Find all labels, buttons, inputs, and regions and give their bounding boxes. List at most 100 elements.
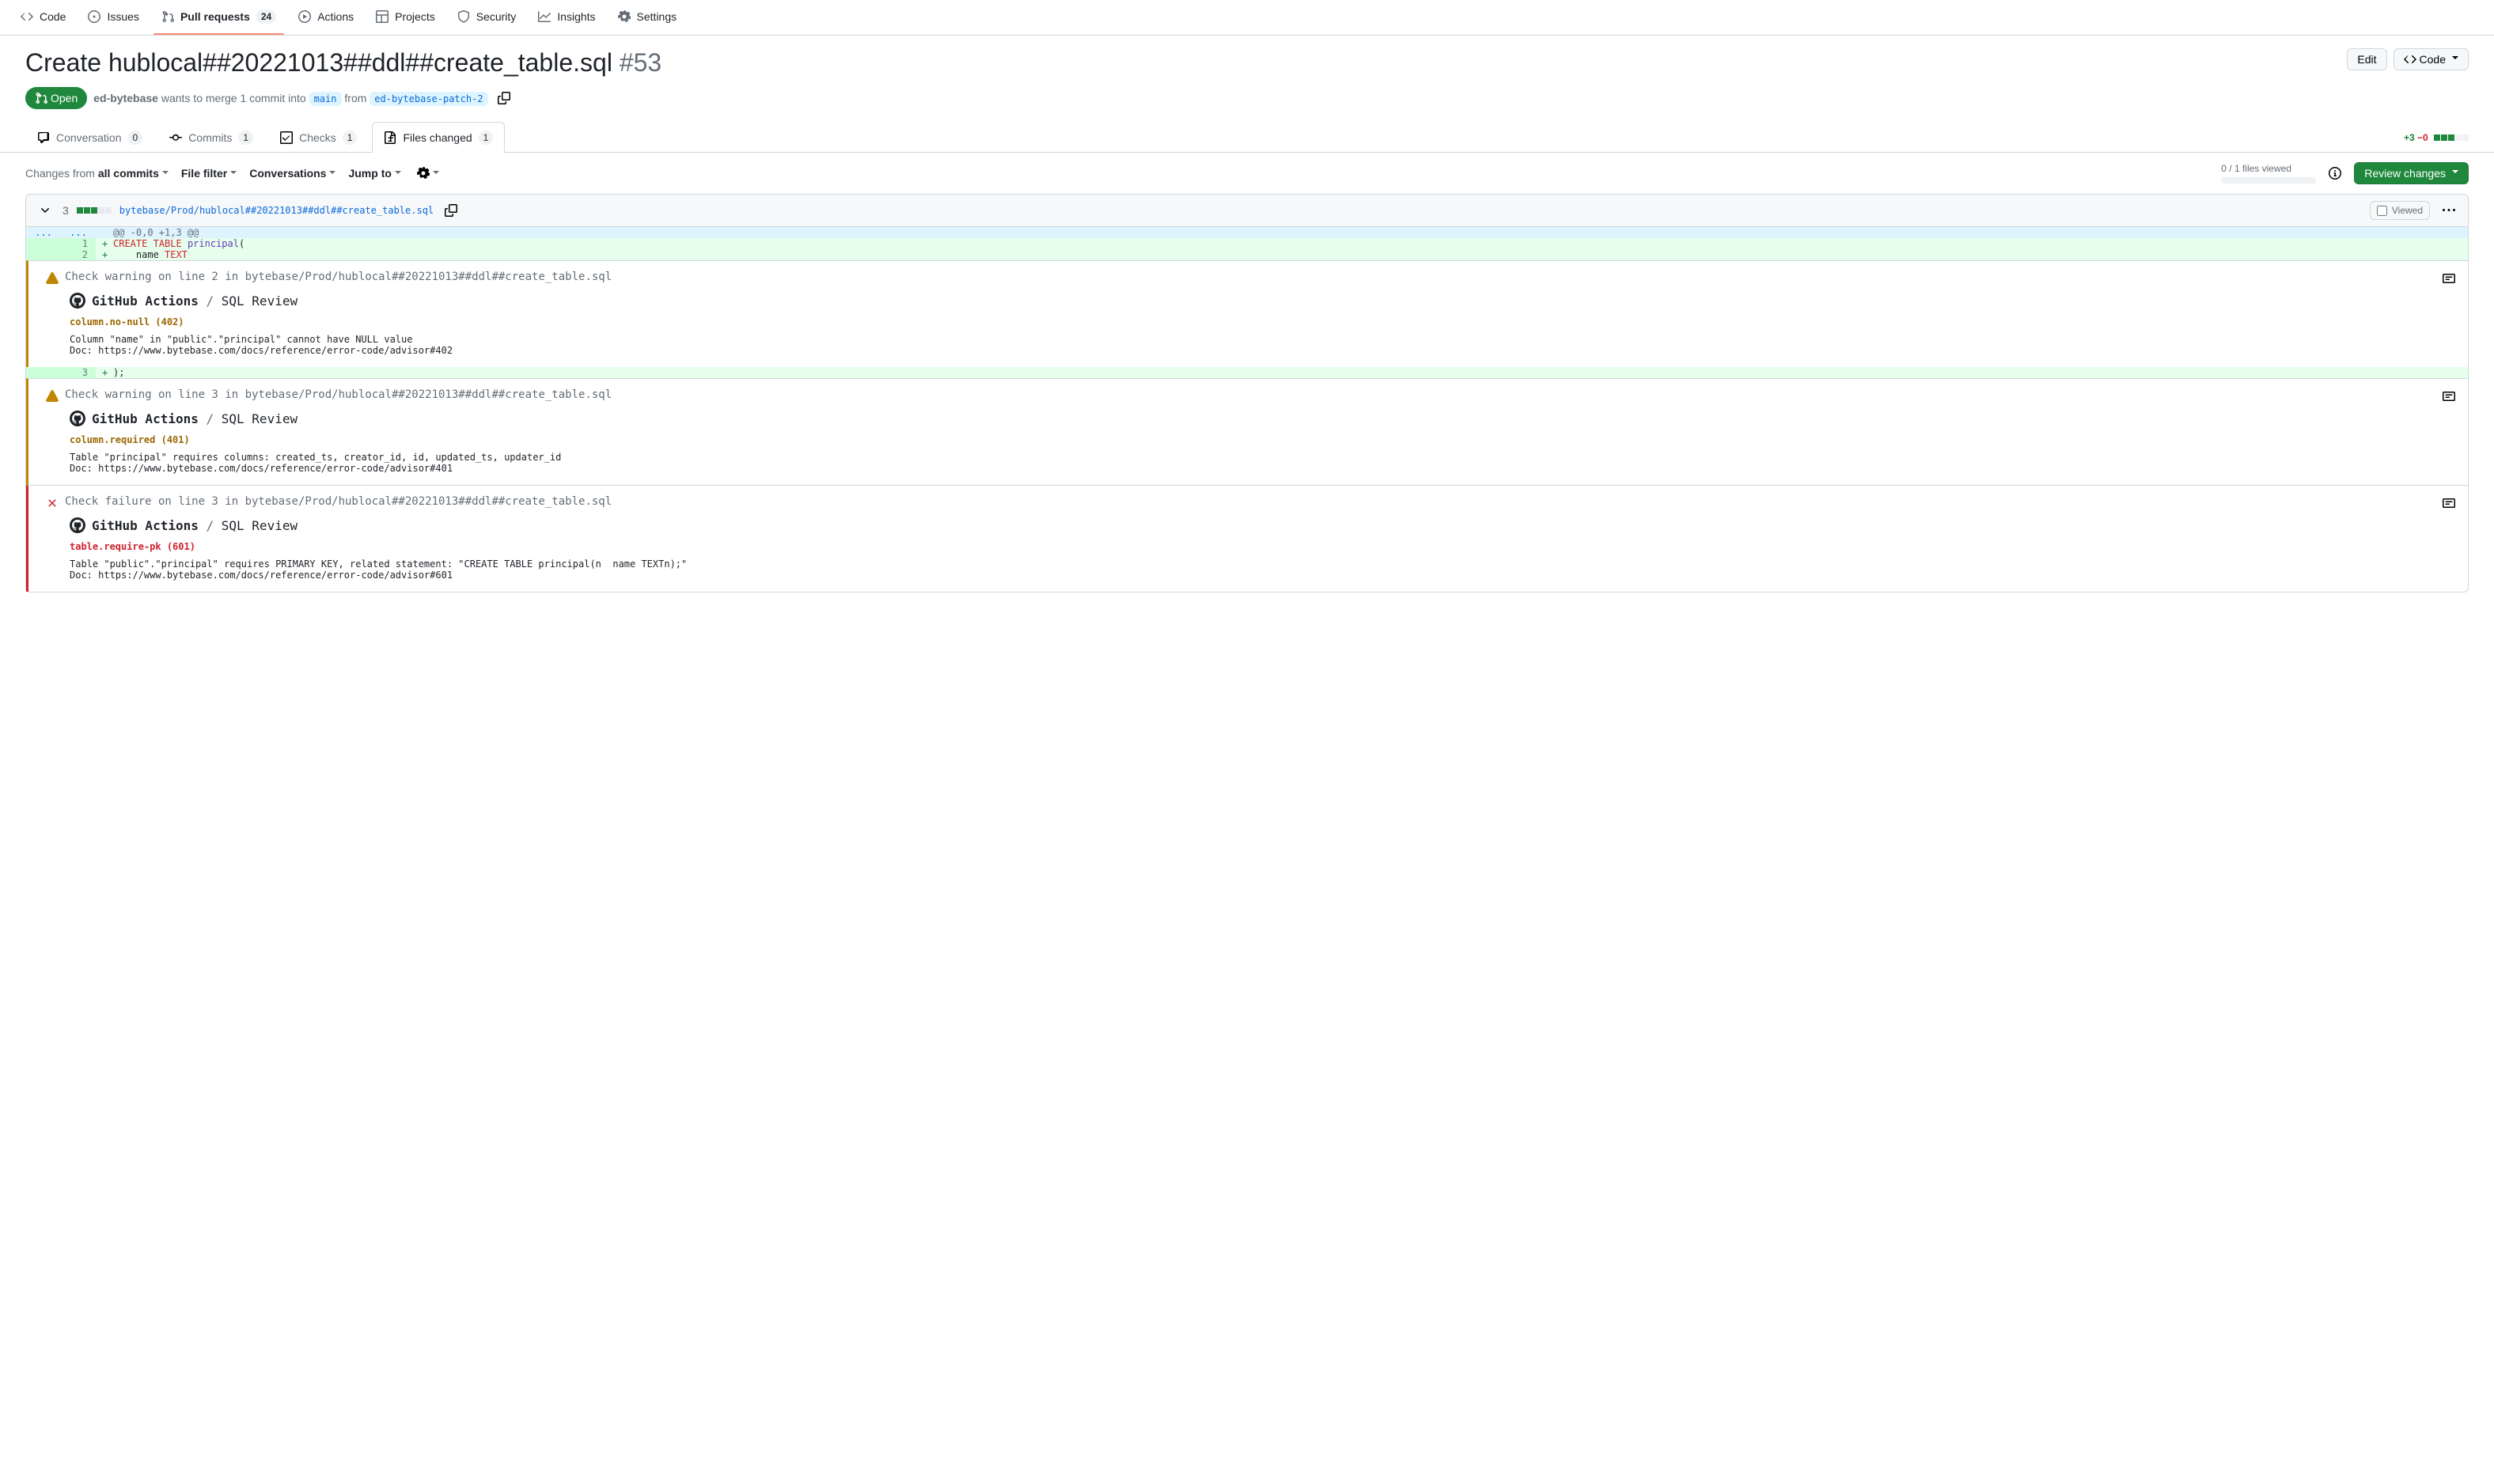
jump-to-menu[interactable]: Jump to	[348, 167, 400, 180]
pr-author[interactable]: ed-bytebase	[93, 92, 158, 104]
tab-settings[interactable]: Settings	[610, 0, 685, 35]
diff-settings-button[interactable]	[414, 164, 442, 183]
annotation-check-name[interactable]: SQL Review	[222, 411, 298, 426]
checklist-icon	[280, 131, 293, 144]
checks-count: 1	[343, 131, 358, 145]
files-viewed: 0 / 1 files viewed	[2221, 163, 2316, 184]
tab-commits[interactable]: Commits 1	[157, 122, 265, 153]
mark-github-icon	[72, 413, 83, 424]
file-collapse-toggle[interactable]	[36, 201, 55, 220]
x-icon	[46, 497, 59, 509]
annotation-check-name[interactable]: SQL Review	[222, 293, 298, 309]
file-path[interactable]: bytebase/Prod/hublocal##20221013##ddl##c…	[119, 205, 434, 216]
pr-meta-text: ed-bytebase wants to merge 1 commit into…	[93, 92, 487, 104]
review-changes-button[interactable]: Review changes	[2354, 162, 2469, 184]
mark-github-icon	[72, 520, 83, 531]
annotation-message: Column "name" in "public"."principal" ca…	[70, 334, 2455, 356]
file-change-count: 3	[63, 204, 69, 217]
files-viewed-progress	[2221, 177, 2316, 184]
annotation-app-name[interactable]: GitHub Actions	[92, 518, 199, 533]
annotation-header-text: Check warning on line 2 in bytebase/Prod…	[65, 271, 612, 283]
files-changed-count: 1	[479, 131, 494, 145]
comment-discussion-icon	[37, 131, 50, 144]
tab-code-label: Code	[40, 10, 66, 23]
file-diffstat	[77, 207, 112, 214]
conversations-menu[interactable]: Conversations	[249, 167, 335, 180]
old-line-number[interactable]	[26, 367, 61, 378]
gear-icon	[417, 167, 430, 180]
triangle-down-icon	[162, 171, 169, 177]
annotation-check-name[interactable]: SQL Review	[222, 518, 298, 533]
note-icon	[2443, 272, 2455, 285]
expand-up-button[interactable]: ...	[26, 227, 61, 238]
copy-icon	[445, 204, 457, 217]
tab-checks-label: Checks	[299, 131, 336, 144]
copy-path-button[interactable]	[442, 201, 461, 220]
annotation-app-name[interactable]: GitHub Actions	[92, 411, 199, 426]
file-menu-button[interactable]	[2439, 201, 2458, 220]
diffstat-blocks	[2434, 134, 2469, 141]
code-button-label: Code	[2420, 53, 2446, 66]
annotation-menu-button[interactable]	[2439, 387, 2458, 406]
new-line-number[interactable]: 1	[61, 238, 96, 249]
tab-actions[interactable]: Actions	[290, 0, 362, 35]
github-actions-avatar	[70, 293, 85, 309]
tab-files-changed[interactable]: Files changed 1	[372, 122, 505, 153]
tab-conversation[interactable]: Conversation 0	[25, 122, 154, 153]
check-annotation: Check warning on line 3 in bytebase/Prod…	[26, 378, 2468, 485]
copy-icon	[498, 92, 510, 104]
code-icon	[21, 10, 33, 23]
tab-issues[interactable]: Issues	[80, 0, 146, 35]
shield-icon	[457, 10, 470, 23]
annotation-row: Check warning on line 2 in bytebase/Prod…	[26, 260, 2468, 367]
commits-count: 1	[238, 131, 253, 145]
mark-github-icon	[72, 295, 83, 306]
pr-meta: Open ed-bytebase wants to merge 1 commit…	[25, 87, 2469, 109]
file-filter-menu[interactable]: File filter	[181, 167, 237, 180]
annotation-menu-button[interactable]	[2439, 269, 2458, 288]
code-icon	[2404, 53, 2416, 66]
tab-projects[interactable]: Projects	[368, 0, 443, 35]
triangle-down-icon	[433, 171, 439, 177]
annotation-app-name[interactable]: GitHub Actions	[92, 293, 199, 309]
changes-from-menu[interactable]: Changes from all commits	[25, 167, 169, 180]
tab-security[interactable]: Security	[449, 0, 525, 35]
pr-title-text: Create hublocal##20221013##ddl##create_t…	[25, 48, 612, 77]
edit-button[interactable]: Edit	[2347, 48, 2386, 70]
annotation-header-text: Check failure on line 3 in bytebase/Prod…	[65, 495, 612, 508]
file-header: 3 bytebase/Prod/hublocal##20221013##ddl#…	[26, 195, 2468, 227]
annotation-title: column.required (401)	[70, 434, 2455, 445]
tab-projects-label: Projects	[395, 10, 435, 23]
github-actions-avatar	[70, 411, 85, 426]
viewed-toggle[interactable]: Viewed	[2370, 201, 2430, 220]
tab-conversation-label: Conversation	[56, 131, 122, 144]
pr-title: Create hublocal##20221013##ddl##create_t…	[25, 48, 661, 78]
tab-insights[interactable]: Insights	[530, 0, 603, 35]
annotation-menu-button[interactable]	[2439, 494, 2458, 513]
new-line-number[interactable]: 3	[61, 367, 96, 378]
expand-down-button[interactable]: ...	[61, 227, 96, 238]
tab-files-changed-label: Files changed	[403, 131, 472, 144]
diff-line-code: name TEXT	[113, 249, 2468, 260]
diff-toolbar: Changes from all commits File filter Con…	[0, 153, 2494, 194]
graph-icon	[538, 10, 551, 23]
issue-opened-icon	[88, 10, 100, 23]
tab-pull-requests[interactable]: Pull requests 24	[154, 0, 284, 35]
tab-insights-label: Insights	[557, 10, 595, 23]
tab-code[interactable]: Code	[13, 0, 74, 35]
play-icon	[298, 10, 311, 23]
tab-checks[interactable]: Checks 1	[268, 122, 369, 153]
annotation-message: Table "principal" requires columns: crea…	[70, 452, 2455, 474]
code-button[interactable]: Code	[2394, 48, 2469, 70]
head-branch[interactable]: ed-bytebase-patch-2	[370, 92, 487, 106]
old-line-number[interactable]	[26, 249, 61, 260]
tab-commits-label: Commits	[188, 131, 232, 144]
files-viewed-info[interactable]	[2329, 167, 2341, 180]
new-line-number[interactable]: 2	[61, 249, 96, 260]
viewed-checkbox[interactable]	[2377, 206, 2387, 216]
pull-requests-count: 24	[256, 9, 276, 24]
annotation-title: table.require-pk (601)	[70, 541, 2455, 552]
old-line-number[interactable]	[26, 238, 61, 249]
copy-branch-button[interactable]	[495, 89, 514, 108]
base-branch[interactable]: main	[309, 92, 342, 106]
